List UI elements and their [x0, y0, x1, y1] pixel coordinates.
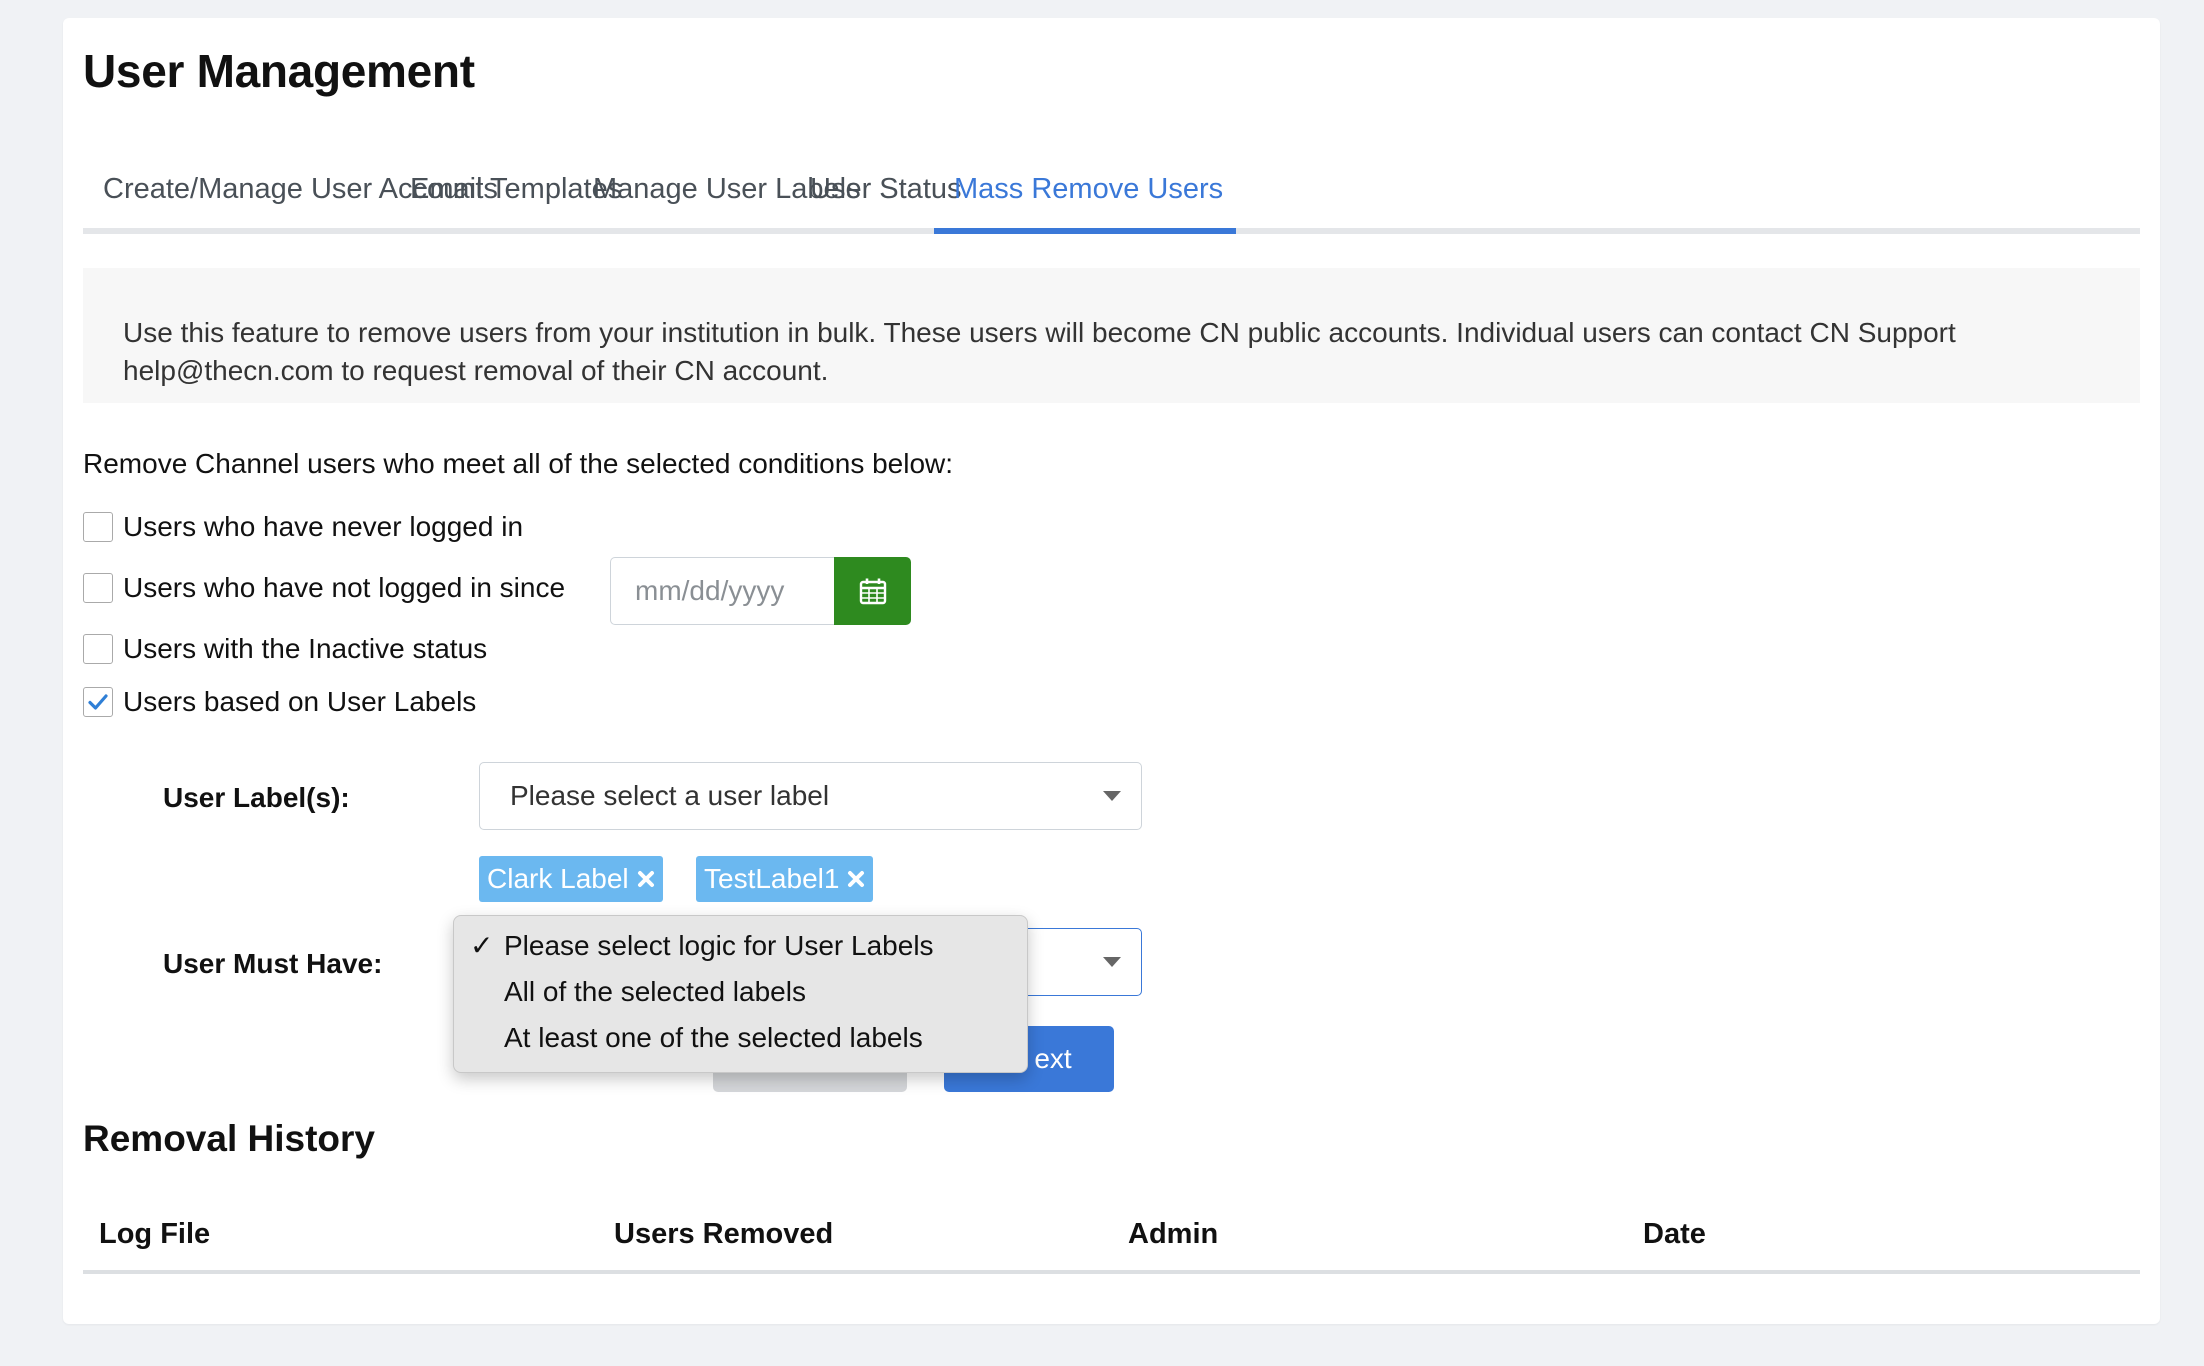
column-header-log-file[interactable]: Log File — [99, 1198, 210, 1270]
chip-text: TestLabel1 — [704, 863, 840, 894]
logic-option-label: All of the selected labels — [504, 976, 806, 1007]
user-must-have-field-label: User Must Have: — [163, 948, 383, 979]
column-header-users-removed[interactable]: Users Removed — [614, 1198, 833, 1270]
never-logged-in-label: Users who have never logged in — [123, 511, 524, 542]
chevron-down-icon — [1103, 957, 1121, 967]
tab-mass-remove-users[interactable]: Mass Remove Users — [934, 150, 1236, 234]
logic-option-label: Please select logic for User Labels — [504, 930, 934, 961]
condition-never-logged-in[interactable]: Users who have never logged in — [83, 510, 523, 544]
calendar-icon — [859, 578, 886, 605]
removal-history-table-header: Log File Users Removed Admin Date — [83, 1198, 2140, 1274]
condition-inactive-status[interactable]: Users with the Inactive status — [83, 632, 487, 666]
column-header-date[interactable]: Date — [1643, 1198, 1706, 1270]
removal-history-title: Removal History — [83, 1118, 375, 1159]
never-logged-in-checkbox[interactable] — [83, 512, 113, 542]
user-labels-checkbox[interactable] — [83, 687, 113, 717]
user-labels-condition-label: Users based on User Labels — [123, 686, 477, 717]
label-chip-testlabel1: TestLabel1 — [696, 856, 874, 902]
logic-option-all[interactable]: All of the selected labels — [454, 969, 1027, 1015]
checkmark-icon — [88, 694, 108, 710]
remove-chip-icon[interactable] — [847, 870, 865, 888]
since-date-input[interactable] — [610, 557, 838, 625]
user-label-select-value: Please select a user label — [510, 780, 830, 811]
logic-option-at-least-one[interactable]: At least one of the selected labels — [454, 1015, 1027, 1061]
remove-chip-icon[interactable] — [637, 870, 655, 888]
info-text: Use this feature to remove users from yo… — [123, 317, 1956, 386]
info-box: Use this feature to remove users from yo… — [83, 268, 2140, 403]
conditions-intro: Remove Channel users who meet all of the… — [83, 448, 954, 479]
not-logged-in-since-checkbox[interactable] — [83, 573, 113, 603]
condition-user-labels[interactable]: Users based on User Labels — [83, 685, 476, 719]
logic-dropdown-menu: ✓ Please select logic for User Labels Al… — [453, 915, 1028, 1073]
condition-not-logged-in-since[interactable]: Users who have not logged in since — [83, 571, 565, 605]
checkmark-icon: ✓ — [470, 930, 494, 961]
user-labels-field-label: User Label(s): — [163, 782, 350, 813]
main-card: User Management Create/Manage User Accou… — [63, 18, 2160, 1324]
page-title: User Management — [83, 45, 475, 97]
label-chip-clark-label: Clark Label — [479, 856, 663, 902]
logic-option-placeholder[interactable]: ✓ Please select logic for User Labels — [454, 923, 1027, 969]
chevron-down-icon — [1103, 791, 1121, 801]
user-label-select[interactable]: Please select a user label — [479, 762, 1142, 830]
calendar-button[interactable] — [834, 557, 911, 625]
column-header-admin[interactable]: Admin — [1128, 1198, 1218, 1270]
tab-bar: Create/Manage User Accounts Email Templa… — [83, 150, 2140, 234]
not-logged-in-since-label: Users who have not logged in since — [123, 572, 566, 603]
inactive-status-checkbox[interactable] — [83, 634, 113, 664]
chip-text: Clark Label — [487, 863, 629, 894]
logic-option-label: At least one of the selected labels — [504, 1022, 923, 1053]
inactive-status-label: Users with the Inactive status — [123, 633, 488, 664]
